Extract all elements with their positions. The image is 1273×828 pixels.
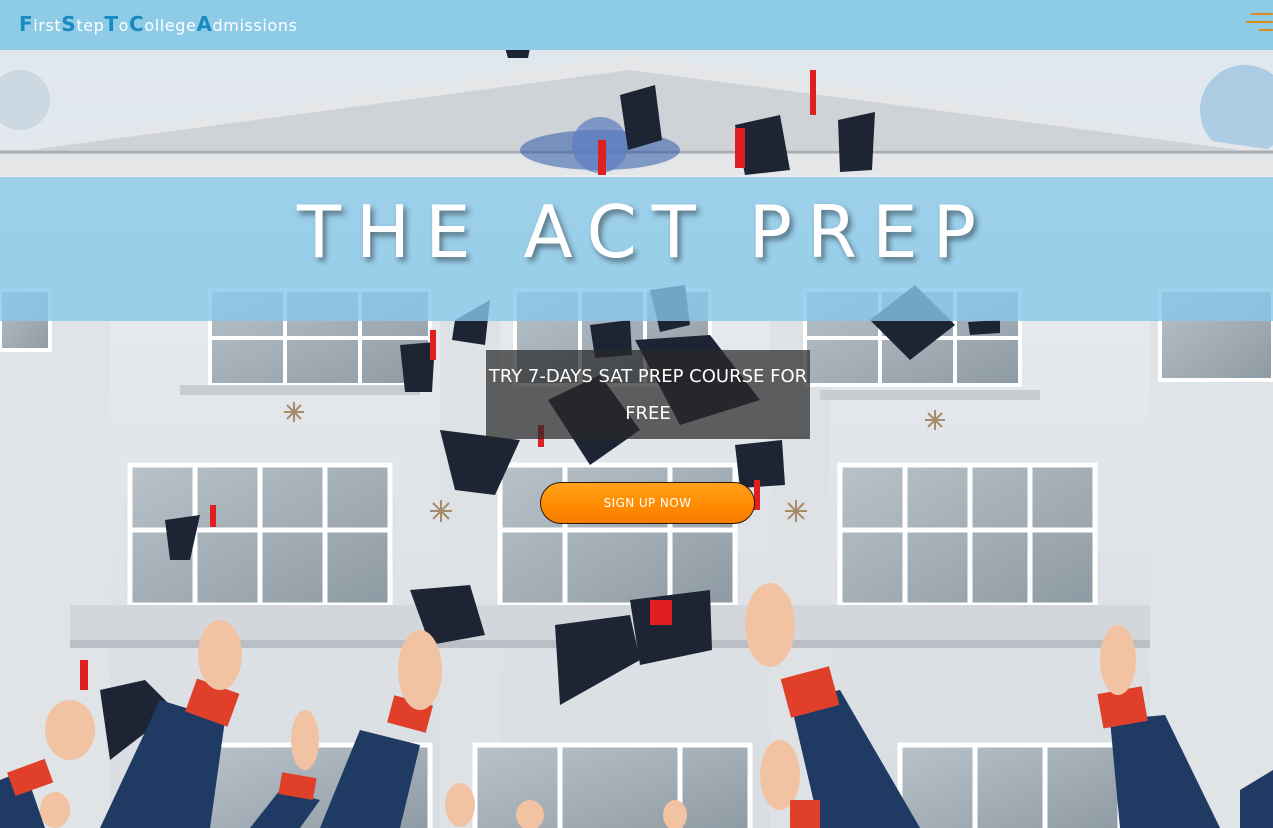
brand-initial: A: [196, 12, 213, 36]
promo-text: TRY 7-DAYS SAT PREP COURSE FOR FREE: [488, 365, 808, 424]
brand-initial: F: [19, 12, 34, 36]
brand-word-part: ollege: [144, 16, 197, 35]
brand-initial: C: [129, 12, 145, 36]
top-navbar: FirstStepToCollegeAdmissions: [0, 0, 1273, 50]
promo-box: TRY 7-DAYS SAT PREP COURSE FOR FREE: [486, 350, 810, 439]
brand-word-part: dmissions: [212, 16, 298, 35]
hamburger-line: [1259, 29, 1273, 31]
brand-word-part: irst: [33, 16, 62, 35]
hamburger-icon[interactable]: [1246, 10, 1273, 34]
page-title: THE ACT PREP: [297, 190, 991, 274]
brand-initial: S: [61, 12, 77, 36]
sign-up-now-button[interactable]: SIGN UP NOW: [540, 482, 755, 524]
brand-logo-link[interactable]: FirstStepToCollegeAdmissions: [19, 12, 298, 36]
brand-word-part: tep: [76, 16, 105, 35]
hamburger-line: [1251, 13, 1273, 15]
brand-word-part: o: [118, 16, 130, 35]
brand-initial: T: [104, 12, 119, 36]
hamburger-line: [1246, 21, 1273, 23]
